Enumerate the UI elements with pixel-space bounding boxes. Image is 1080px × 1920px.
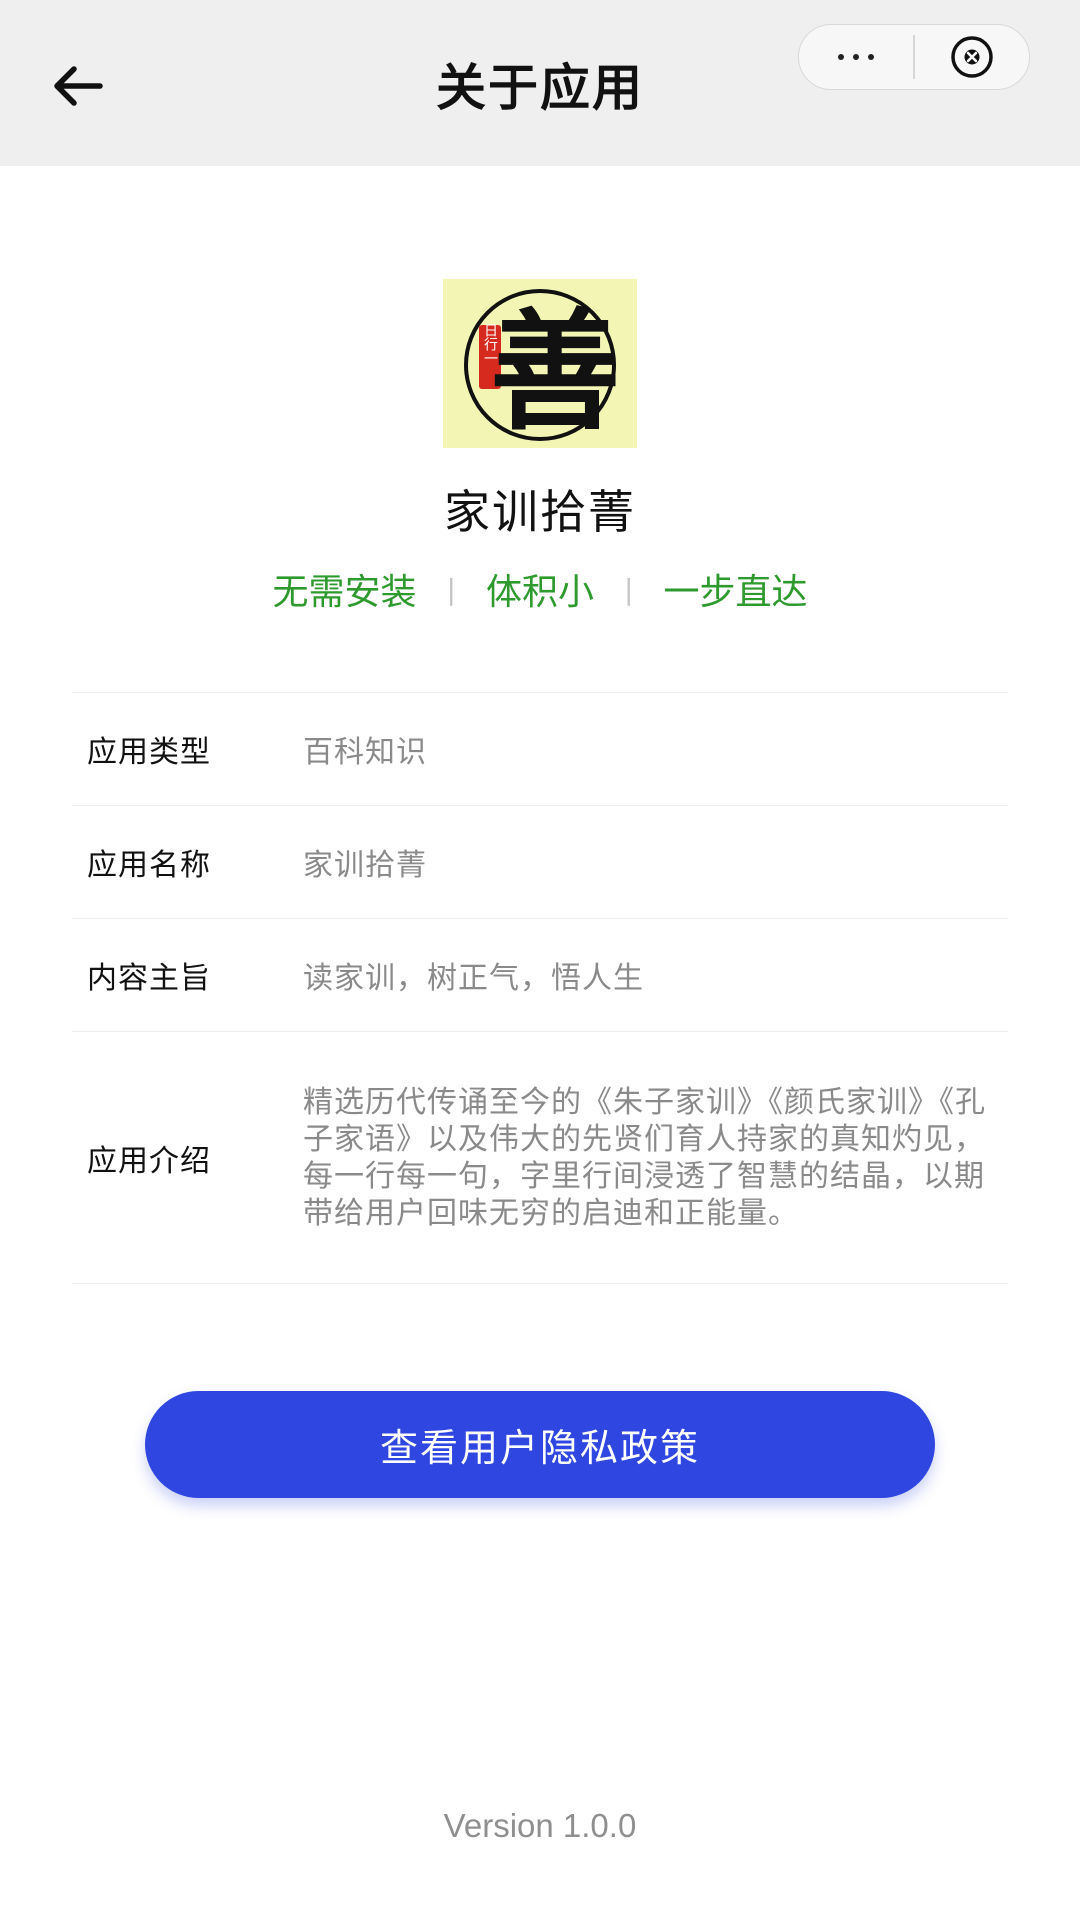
feature-tag: 无需安装 [272, 572, 417, 613]
feature-tag: 体积小 [485, 572, 594, 613]
feature-tags: 无需安装 | 体积小 | 一步直达 [0, 563, 1080, 615]
more-dots-icon [838, 54, 875, 60]
feature-separator: | [624, 572, 634, 606]
privacy-policy-button[interactable]: 查看用户隐私政策 [145, 1391, 935, 1498]
info-label: 应用介绍 [87, 1143, 211, 1179]
more-button[interactable] [799, 25, 913, 89]
info-value: 家训拾菁 [303, 848, 427, 883]
feature-separator: | [446, 572, 456, 606]
info-value: 读家训，树正气，悟人生 [303, 961, 644, 996]
info-label: 内容主旨 [87, 961, 211, 996]
info-row-app-intro: 应用介绍 精选历代传诵至今的《朱子家训》《颜氏家训》《孔子家语》以及伟大的先贤们… [72, 1032, 1008, 1284]
info-value: 精选历代传诵至今的《朱子家训》《颜氏家训》《孔子家语》以及伟大的先贤们育人持家的… [303, 1084, 986, 1231]
info-label: 应用名称 [87, 848, 211, 883]
info-row-content-theme: 内容主旨 读家训，树正气，悟人生 [72, 919, 1008, 1032]
info-row-app-type: 应用类型 百科知识 [72, 693, 1008, 806]
app-logo: 日行一 善 [443, 279, 637, 448]
info-table: 应用类型 百科知识 应用名称 家训拾菁 内容主旨 读家训，树正气，悟人生 应用介… [72, 692, 1008, 1284]
nav-bar: 关于应用 [0, 0, 1080, 166]
app-name: 家训拾菁 [444, 485, 636, 539]
close-circle-icon [951, 36, 993, 78]
version-text: Version 1.0.0 [443, 1807, 637, 1844]
close-button[interactable] [915, 25, 1029, 89]
info-value: 百科知识 [303, 735, 427, 770]
info-label: 应用类型 [87, 735, 211, 770]
logo-character: 善 [490, 295, 620, 448]
mini-program-capsule [798, 24, 1030, 90]
feature-tag: 一步直达 [663, 572, 808, 613]
info-row-app-name: 应用名称 家训拾菁 [72, 806, 1008, 919]
